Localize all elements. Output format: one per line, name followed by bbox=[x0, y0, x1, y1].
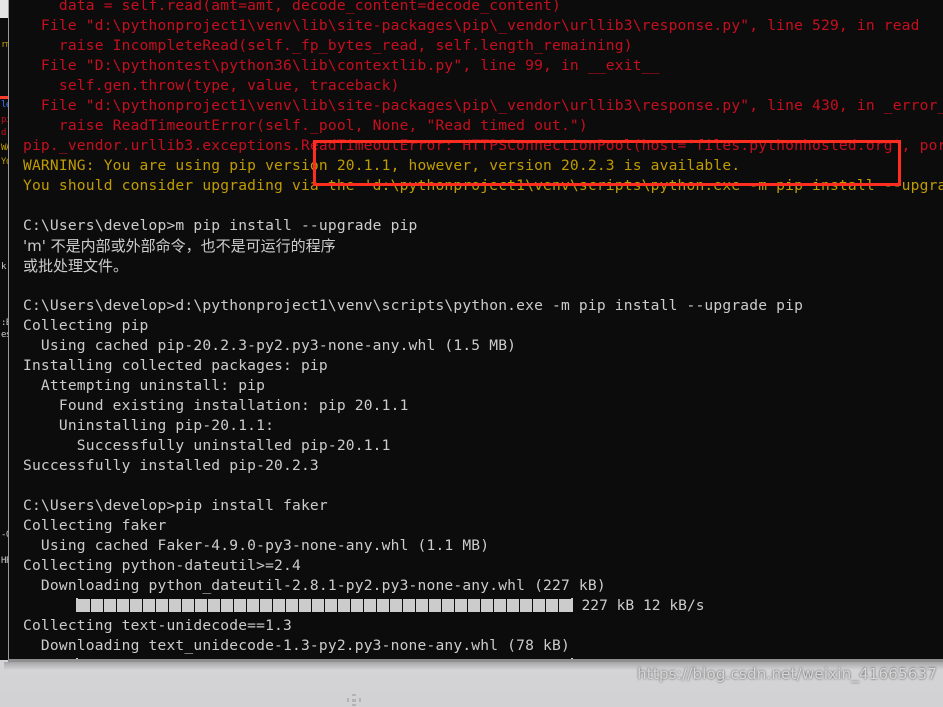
terminal-line: Downloading python_dateutil-2.8.1-py2.py… bbox=[23, 577, 606, 594]
screenshot-root: rm le pip d o WAR You k| :B, es -0 HP da… bbox=[0, 0, 943, 707]
csdn-watermark: https://blog.csdn.net/weixin_41665637 bbox=[637, 665, 937, 683]
terminal-line: Downloading text_unidecode-1.3-py2.py3-n… bbox=[23, 637, 570, 654]
terminal-line: self.gen.throw(type, value, traceback) bbox=[23, 77, 400, 94]
terminal-line: Collecting text-unidecode==1.3 bbox=[23, 617, 292, 634]
terminal-line: pip._vendor.urllib3.exceptions.ReadTimeo… bbox=[23, 137, 943, 154]
terminal-line: Using cached pip-20.2.3-py2.py3-none-any… bbox=[23, 337, 517, 354]
terminal-line: Collecting faker bbox=[23, 517, 167, 534]
terminal-line: C:\Users\develop>m pip install --upgrade… bbox=[23, 217, 418, 234]
progress-bar-fill bbox=[77, 598, 571, 612]
download-progress-bar: 227 kB 12 kB/s bbox=[23, 596, 705, 616]
terminal-line: Collecting pip bbox=[23, 317, 149, 334]
terminal-line: Using cached Faker-4.9.0-py3-none-any.wh… bbox=[23, 537, 490, 554]
terminal-line: File "d:\pythonproject1\venv\lib\site-pa… bbox=[23, 97, 943, 114]
terminal-line: C:\Users\develop>pip install faker bbox=[23, 497, 328, 514]
terminal-line: Uninstalling pip-20.1.1: bbox=[23, 417, 275, 434]
terminal-line: File "D:\pythontest\python36\lib\context… bbox=[23, 57, 660, 74]
terminal-line: data = self.read(amt=amt, decode_content… bbox=[23, 0, 561, 14]
terminal-line: You should consider upgrading via the 'd… bbox=[23, 177, 943, 194]
terminal-output[interactable]: data = self.read(amt=amt, decode_content… bbox=[9, 0, 943, 659]
terminal-line: Successfully uninstalled pip-20.1.1 bbox=[23, 437, 391, 454]
terminal-line: Installing collected packages: pip bbox=[23, 357, 328, 374]
terminal-line: 'm' 不是内部或外部命令，也不是可运行的程序 bbox=[23, 237, 336, 255]
terminal-line: raise IncompleteRead(self._fp_bytes_read… bbox=[23, 37, 633, 54]
progress-bar-right-cap bbox=[570, 598, 573, 612]
terminal-line: Found existing installation: pip 20.1.1 bbox=[23, 397, 409, 414]
terminal-line: 或批处理文件。 bbox=[23, 257, 129, 275]
terminal-line: Attempting uninstall: pip bbox=[23, 377, 266, 394]
terminal-line: Collecting python-dateutil>=2.4 bbox=[23, 557, 301, 574]
terminal-line: File "d:\pythonproject1\venv\lib\site-pa… bbox=[23, 17, 920, 34]
window-resize-grip[interactable] bbox=[347, 694, 361, 706]
terminal-line: raise ReadTimeoutError(self._pool, None,… bbox=[23, 117, 588, 134]
terminal-line: Successfully installed pip-20.2.3 bbox=[23, 457, 319, 474]
terminal-line: WARNING: You are using pip version 20.1.… bbox=[23, 157, 741, 174]
progress-bar-label: 227 kB 12 kB/s bbox=[572, 597, 705, 614]
command-prompt-window[interactable]: data = self.read(amt=amt, decode_content… bbox=[8, 0, 943, 660]
terminal-line: C:\Users\develop>d:\pythonproject1\venv\… bbox=[23, 297, 804, 314]
